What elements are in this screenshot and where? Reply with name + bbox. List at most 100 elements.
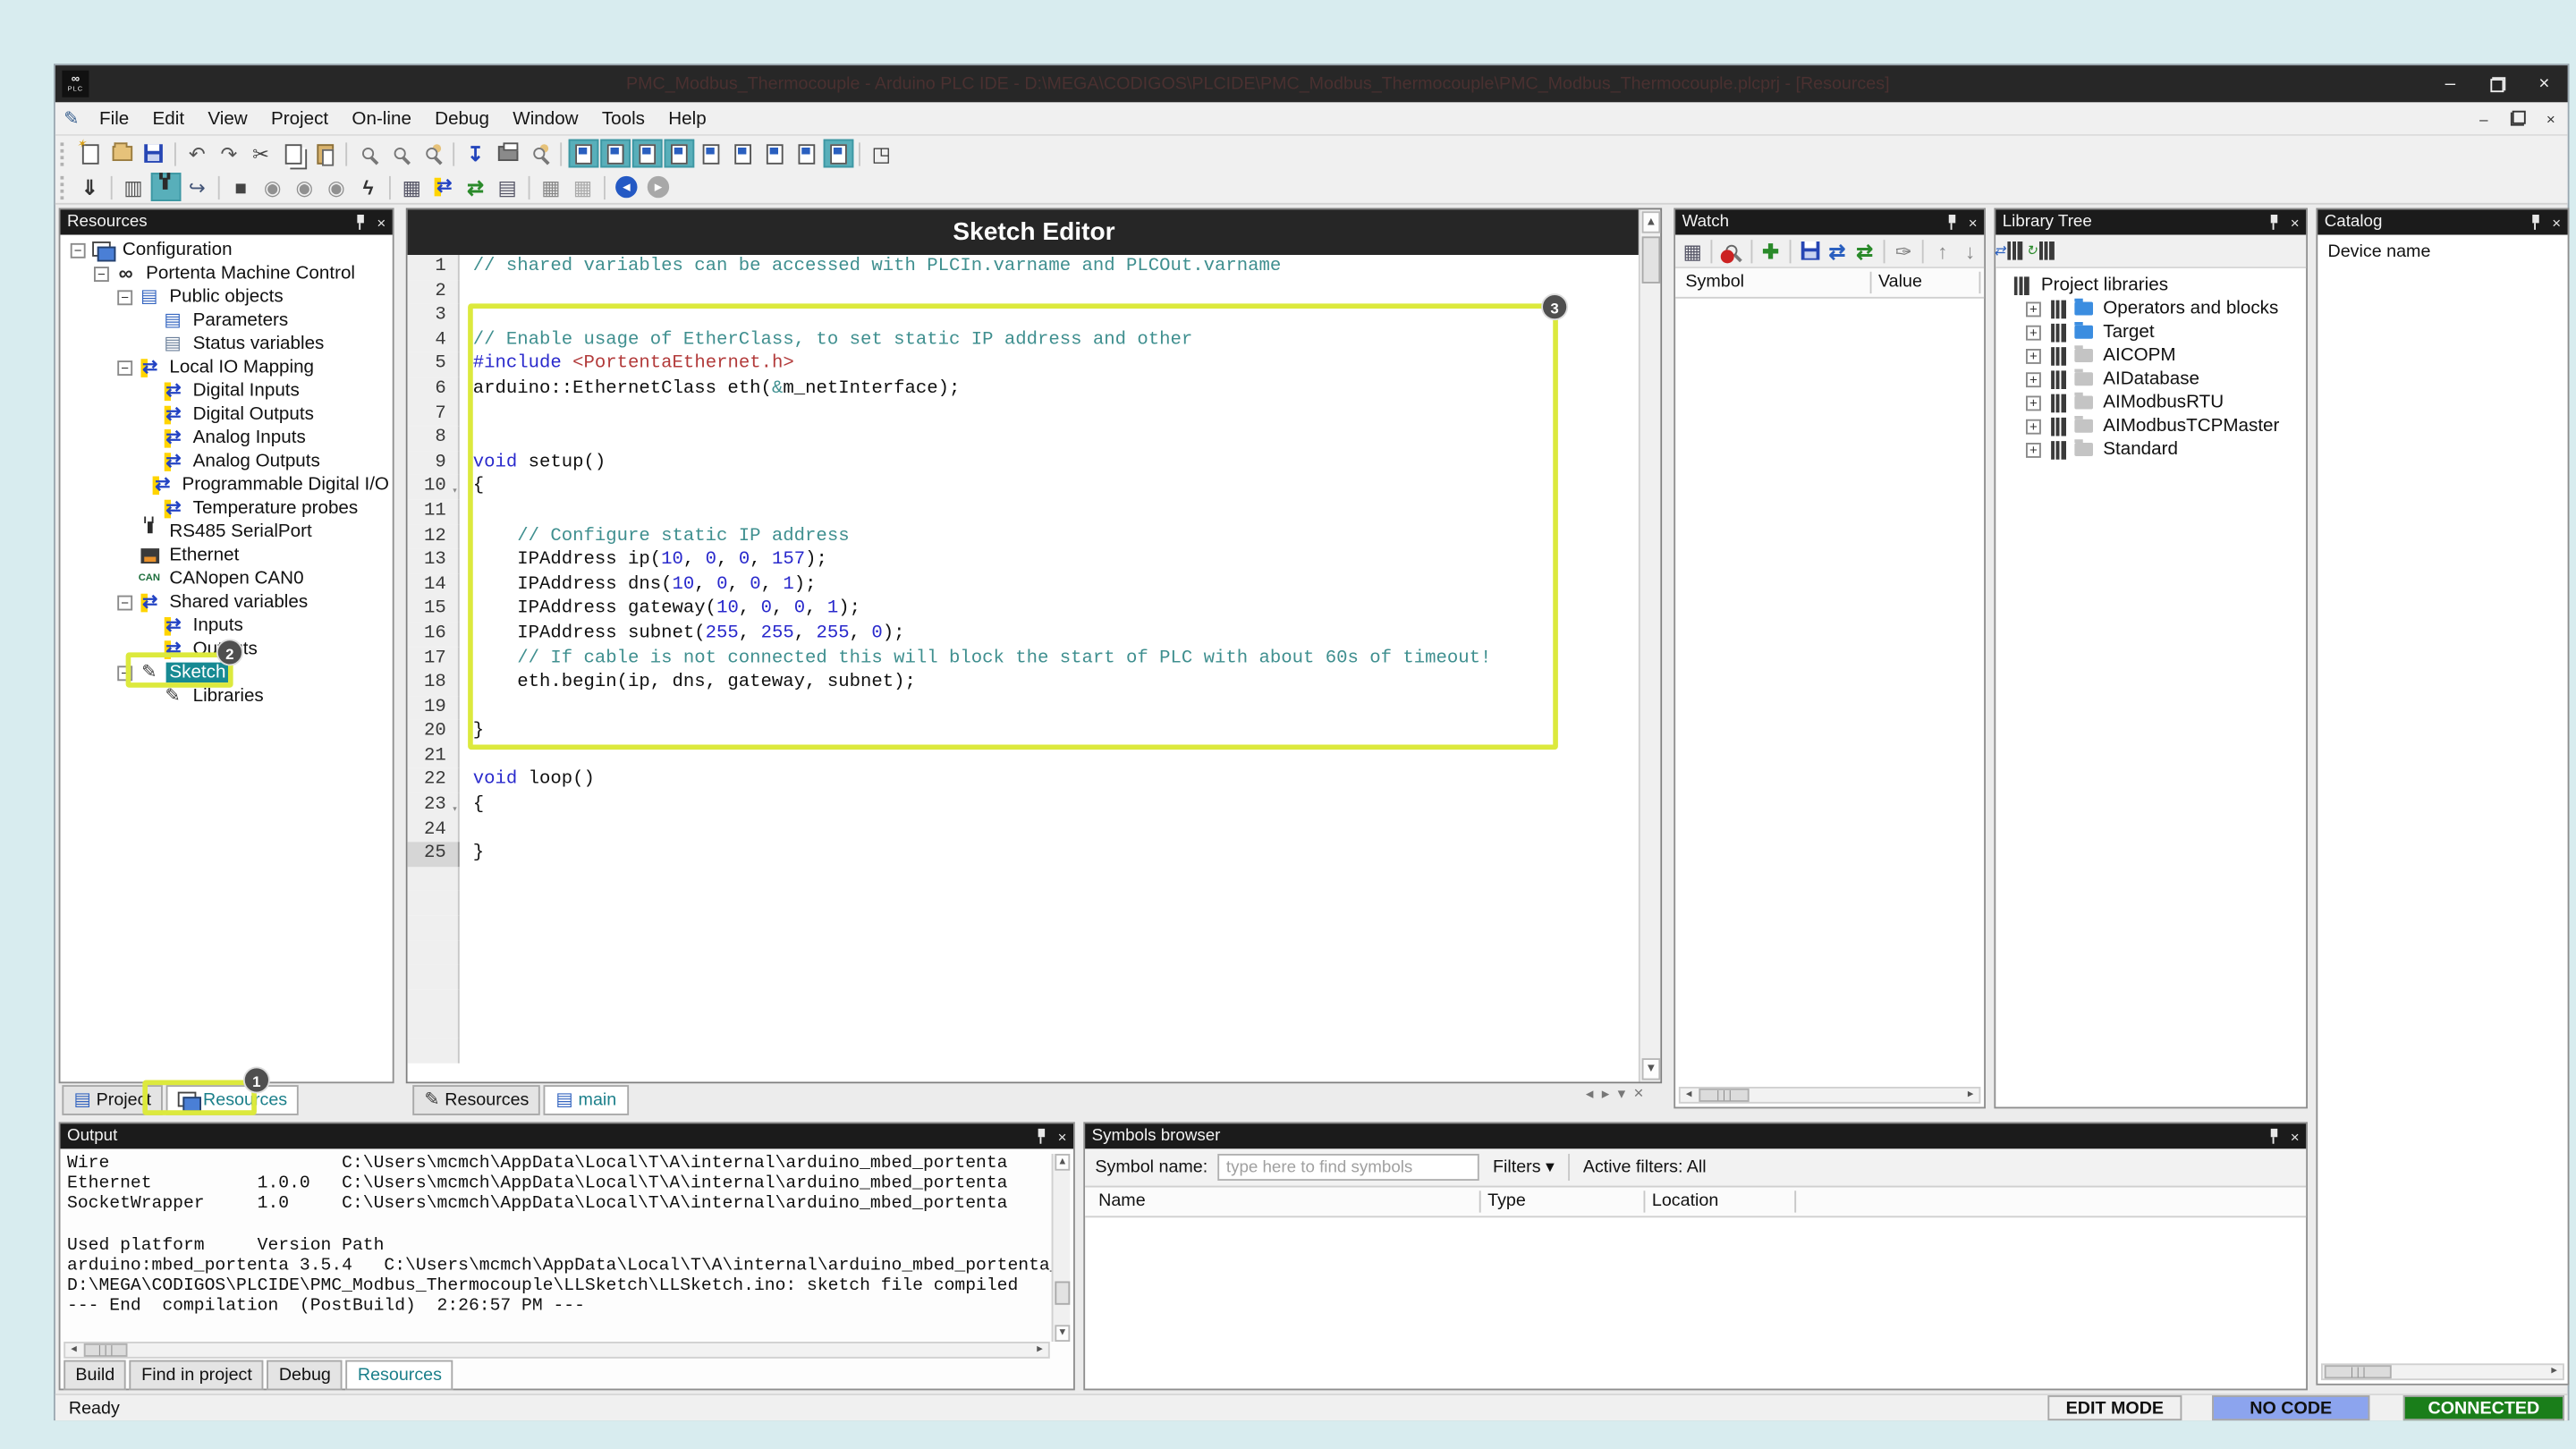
tree-item-analog-outputs[interactable]: ⇄Analog Outputs <box>61 450 393 473</box>
attach-runtime[interactable]: ↪ <box>182 173 212 201</box>
tree-item-inputs[interactable]: ⇄Inputs <box>61 614 393 637</box>
tree-item-aimodbusrtu[interactable]: +AIModbusRTU <box>1996 391 2306 414</box>
tree-item-operators-and-blocks[interactable]: +Operators and blocks <box>1996 297 2306 320</box>
copy[interactable] <box>277 140 308 168</box>
minimize-button[interactable]: – <box>2427 65 2474 102</box>
tree-item-public-objects[interactable]: −▤Public objects <box>61 285 393 309</box>
import-watch[interactable]: ⇄ <box>1824 236 1850 265</box>
editor-tab-resources[interactable]: ✎Resources <box>412 1085 540 1115</box>
close-icon[interactable]: × <box>1058 1128 1067 1145</box>
toggle-watch-window[interactable] <box>664 140 694 168</box>
find-next[interactable] <box>385 140 415 168</box>
menu-tools[interactable]: Tools <box>590 108 657 129</box>
mdi-restore-button[interactable] <box>2501 110 2535 127</box>
refresh-io[interactable]: ⇄ <box>461 173 491 201</box>
tree-item-analog-inputs[interactable]: ⇄Analog Inputs <box>61 426 393 449</box>
scrollbar-thumb[interactable] <box>1055 1282 1070 1305</box>
tree-item-rs485-serialport[interactable]: RS485 SerialPort <box>61 520 393 543</box>
toolbar-grip[interactable] <box>61 141 71 165</box>
find[interactable] <box>353 140 384 168</box>
find-in-project[interactable] <box>417 140 447 168</box>
output-tab-build[interactable]: Build <box>64 1360 126 1391</box>
tree-item-canopen-can0[interactable]: CANCANopen CAN0 <box>61 567 393 590</box>
scrollbar-thumb[interactable]: ||| <box>84 1343 128 1357</box>
expander-icon[interactable]: + <box>2026 325 2041 340</box>
output-tab-find-in-project[interactable]: Find in project <box>130 1360 264 1391</box>
mdi-minimize-button[interactable]: – <box>2467 110 2501 127</box>
new-project[interactable] <box>74 140 105 168</box>
print[interactable] <box>492 140 522 168</box>
toggle-trigger-window[interactable] <box>758 140 789 168</box>
code-line-23[interactable]: 23▾{ <box>408 793 1639 818</box>
insert-symbol[interactable]: ✚ <box>1758 236 1784 265</box>
scroll-down-icon[interactable]: ▼ <box>1055 1325 1070 1342</box>
toggle-io-window[interactable] <box>631 140 662 168</box>
scrollbar-thumb[interactable] <box>1642 236 1661 284</box>
tab-list-icon[interactable]: ▾ <box>1618 1085 1625 1104</box>
start-watch[interactable] <box>1718 236 1744 265</box>
tree-item-programmable-digital-i-o[interactable]: ⇄Programmable Digital I/O <box>61 473 393 496</box>
menu-on-line[interactable]: On-line <box>340 108 423 129</box>
tree-item-standard[interactable]: +Standard <box>1996 437 2306 461</box>
close-icon[interactable]: × <box>1969 214 1978 231</box>
scroll-right-icon[interactable]: ▸ <box>1031 1343 1048 1357</box>
scrollbar-thumb[interactable]: ||| <box>2325 1365 2392 1378</box>
expander-icon[interactable]: + <box>2026 371 2041 386</box>
pin-icon[interactable] <box>1945 214 1959 231</box>
editor-vertical-scrollbar[interactable]: ▲ ▼ <box>1639 209 1660 1081</box>
toggle-options-window[interactable] <box>727 140 758 168</box>
download-code[interactable]: ↧ <box>461 140 491 168</box>
toolbar-grip[interactable] <box>61 175 71 199</box>
pin-icon[interactable] <box>353 214 367 231</box>
code-line-2[interactable]: 2 <box>408 279 1639 303</box>
redo[interactable]: ↷ <box>214 140 244 168</box>
tree-item-ethernet[interactable]: Ethernet <box>61 544 393 567</box>
menu-help[interactable]: Help <box>657 108 718 129</box>
refresh-libraries[interactable] <box>2032 236 2063 265</box>
menu-debug[interactable]: Debug <box>423 108 501 129</box>
tree-item-portenta-machine-control[interactable]: −∞Portenta Machine Control <box>61 262 393 285</box>
menu-file[interactable]: File <box>88 108 141 129</box>
scroll-left-icon[interactable]: ◂ <box>1681 1089 1698 1102</box>
tree-item-shared-variables[interactable]: −⇄Shared variables <box>61 590 393 614</box>
expander-icon[interactable]: + <box>2026 442 2041 457</box>
expander-icon[interactable]: + <box>2026 395 2041 411</box>
tree-item-libraries[interactable]: ✎Libraries <box>61 684 393 708</box>
toggle-oscilloscope-window[interactable] <box>695 140 725 168</box>
restore-button[interactable] <box>2474 65 2521 102</box>
tab-close-icon[interactable]: × <box>1634 1085 1644 1104</box>
hot-restart[interactable]: ◉ <box>321 173 352 201</box>
menu-window[interactable]: Window <box>501 108 590 129</box>
connect[interactable] <box>150 173 181 201</box>
title-bar[interactable]: ∞ PLC PMC_Modbus_Thermocouple - Arduino … <box>55 65 2568 102</box>
toggle-symbols-window[interactable] <box>823 140 853 168</box>
close-icon[interactable]: × <box>377 214 386 231</box>
tree-item-status-variables[interactable]: ▤Status variables <box>61 332 393 355</box>
fast-download[interactable]: ϟ <box>353 173 384 201</box>
expander-icon[interactable]: + <box>2026 301 2041 317</box>
open-project[interactable] <box>106 140 137 168</box>
append-watch[interactable]: ⇄ <box>1852 236 1877 265</box>
scroll-right-icon[interactable]: ▸ <box>1962 1089 1979 1102</box>
expander-icon[interactable]: + <box>2026 419 2041 434</box>
move-up[interactable]: ↑ <box>1929 236 1955 265</box>
code-line-25[interactable]: 25} <box>408 843 1639 867</box>
scroll-up-icon[interactable]: ▲ <box>1642 211 1661 233</box>
output-tab-resources[interactable]: Resources <box>346 1360 453 1391</box>
pin-icon[interactable] <box>1034 1128 1047 1145</box>
detach-window[interactable]: ◳ <box>866 140 896 168</box>
pin-icon[interactable] <box>2529 214 2542 231</box>
expander-icon[interactable]: + <box>2026 348 2041 363</box>
expander-icon[interactable]: − <box>117 595 132 610</box>
global-watch[interactable]: ▦ <box>396 173 427 201</box>
tree-item-aidatabase[interactable]: +AIDatabase <box>1996 368 2306 391</box>
tree-item-temperature-probes[interactable]: ⇄Temperature probes <box>61 496 393 520</box>
watch-horizontal-scrollbar[interactable]: ◂ ||| ▸ <box>1679 1087 1981 1104</box>
close-button[interactable]: × <box>2521 65 2568 102</box>
plc-connection-setup[interactable]: ▥ <box>118 173 148 201</box>
warm-restart[interactable]: ◉ <box>289 173 319 201</box>
close-icon[interactable]: × <box>2552 214 2561 231</box>
symbol-search-input[interactable]: type here to find symbols <box>1217 1154 1479 1181</box>
output-horizontal-scrollbar[interactable]: ◂ ||| ▸ <box>64 1342 1050 1359</box>
paste[interactable] <box>309 140 340 168</box>
